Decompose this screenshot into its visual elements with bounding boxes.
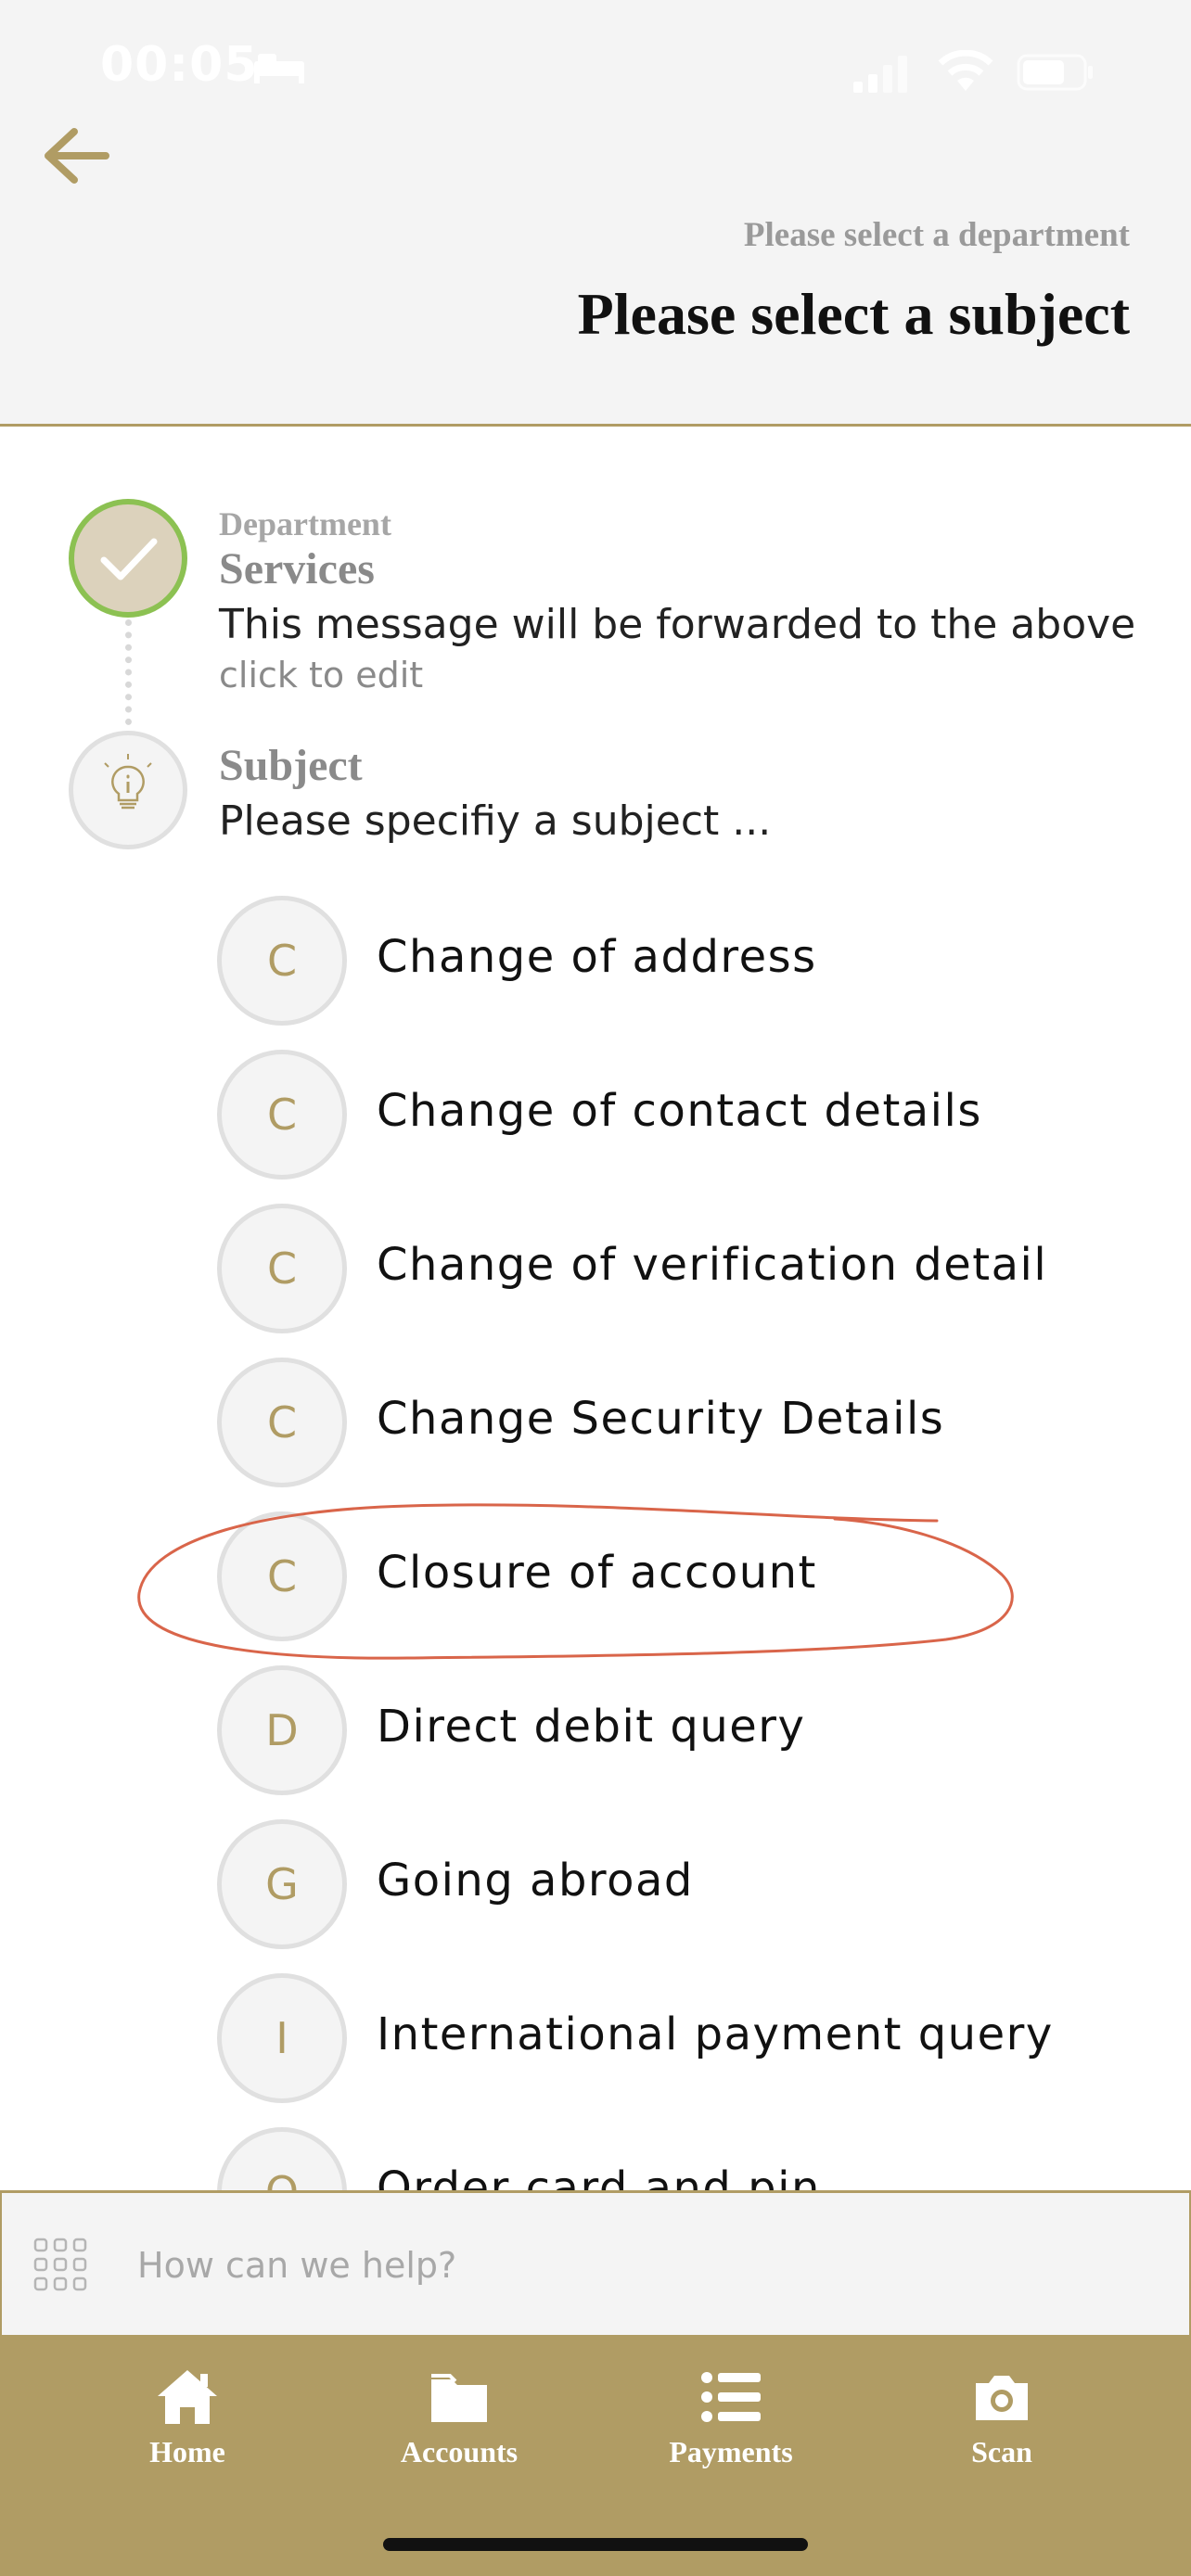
sleep-focus-icon [254, 54, 304, 83]
tab-label: Scan [971, 2435, 1032, 2468]
subject-label: Change Security Details [377, 1393, 945, 1445]
subject-label: Direct debit query [377, 1701, 806, 1753]
subject-item-international-payment-query[interactable]: I International payment query [217, 1970, 1154, 2109]
subject-list: C Change of address C Change of contact … [0, 892, 1191, 2190]
step-connector [125, 619, 132, 725]
folder-icon [431, 2374, 487, 2422]
header: 00:05 Please select a department Please … [0, 0, 1191, 427]
step-note: This message will be forwarded to the ab… [219, 601, 1136, 648]
subject-label: Closure of account [377, 1547, 817, 1599]
tab-home[interactable]: Home [48, 2335, 327, 2520]
grid-menu-icon[interactable] [33, 2238, 87, 2291]
subject-item-going-abroad[interactable]: G Going abroad [217, 1816, 1154, 1955]
wifi-icon [938, 50, 993, 91]
status-bar: 00:05 [0, 0, 1191, 139]
checkmark-icon [100, 538, 158, 580]
tab-scan[interactable]: Scan [863, 2335, 1141, 2520]
step-done-indicator [69, 499, 187, 618]
subject-letter-badge: C [217, 896, 347, 1026]
subject-prompt: Please specifiy a subject ... [219, 797, 772, 845]
header-subtitle: Please select a department [743, 216, 1130, 254]
lightbulb-icon [104, 754, 152, 810]
subject-label: Going abroad [377, 1855, 694, 1906]
subject-label: Change of contact details [377, 1085, 982, 1137]
battery-icon [1017, 54, 1093, 91]
camera-icon [976, 2376, 1028, 2420]
page-title: Please select a subject [577, 281, 1130, 347]
subject-label: International payment query [377, 2009, 1054, 2060]
edit-link[interactable]: click to edit [219, 655, 423, 695]
subject-item-change-of-contact-details[interactable]: C Change of contact details [217, 1046, 1154, 1185]
list-icon [701, 2372, 761, 2422]
step-caption: Department [219, 505, 391, 542]
home-icon [158, 2370, 217, 2424]
subject-item-direct-debit-query[interactable]: D Direct debit query [217, 1662, 1154, 1801]
subject-label: Change of address [377, 931, 817, 983]
step-value: Services [219, 544, 375, 593]
subject-letter-badge: C [217, 1050, 347, 1180]
app-screen: 00:05 Please select a department Please … [0, 0, 1191, 2576]
help-bar [0, 2190, 1191, 2335]
subject-letter-badge: C [217, 1358, 347, 1487]
tab-label: Payments [669, 2435, 793, 2468]
tab-label: Home [149, 2435, 225, 2468]
subject-letter-badge: I [217, 1973, 347, 2103]
subject-letter-badge: D [217, 1665, 347, 1795]
help-search-input[interactable] [137, 2230, 1158, 2301]
home-indicator[interactable] [383, 2538, 808, 2551]
subject-letter-badge: C [217, 1204, 347, 1333]
subject-letter-badge: C [217, 1511, 347, 1641]
arrow-left-icon [45, 128, 109, 184]
tab-payments[interactable]: Payments [592, 2335, 870, 2520]
subject-item-closure-of-account[interactable]: C Closure of account [217, 1508, 1154, 1647]
subject-item-change-of-verification-detail[interactable]: C Change of verification detail [217, 1200, 1154, 1339]
subject-letter-badge: G [217, 1819, 347, 1949]
signal-icon [853, 56, 907, 93]
subject-item-change-security-details[interactable]: C Change Security Details [217, 1354, 1154, 1493]
subject-letter-badge: O [217, 2127, 347, 2190]
status-time: 00:05 [100, 37, 259, 93]
back-button[interactable] [37, 119, 121, 193]
step-current-indicator [69, 731, 187, 849]
subject-label: Change of verification detail [377, 1239, 1048, 1291]
subject-label: Order card and pin [377, 2162, 821, 2190]
subject-item-change-of-address[interactable]: C Change of address [217, 892, 1154, 1031]
subject-item-order-card-and-pin[interactable]: O Order card and pin [217, 2123, 1154, 2190]
subject-heading: Subject [219, 741, 363, 790]
tab-accounts[interactable]: Accounts [320, 2335, 598, 2520]
tab-label: Accounts [400, 2435, 519, 2468]
